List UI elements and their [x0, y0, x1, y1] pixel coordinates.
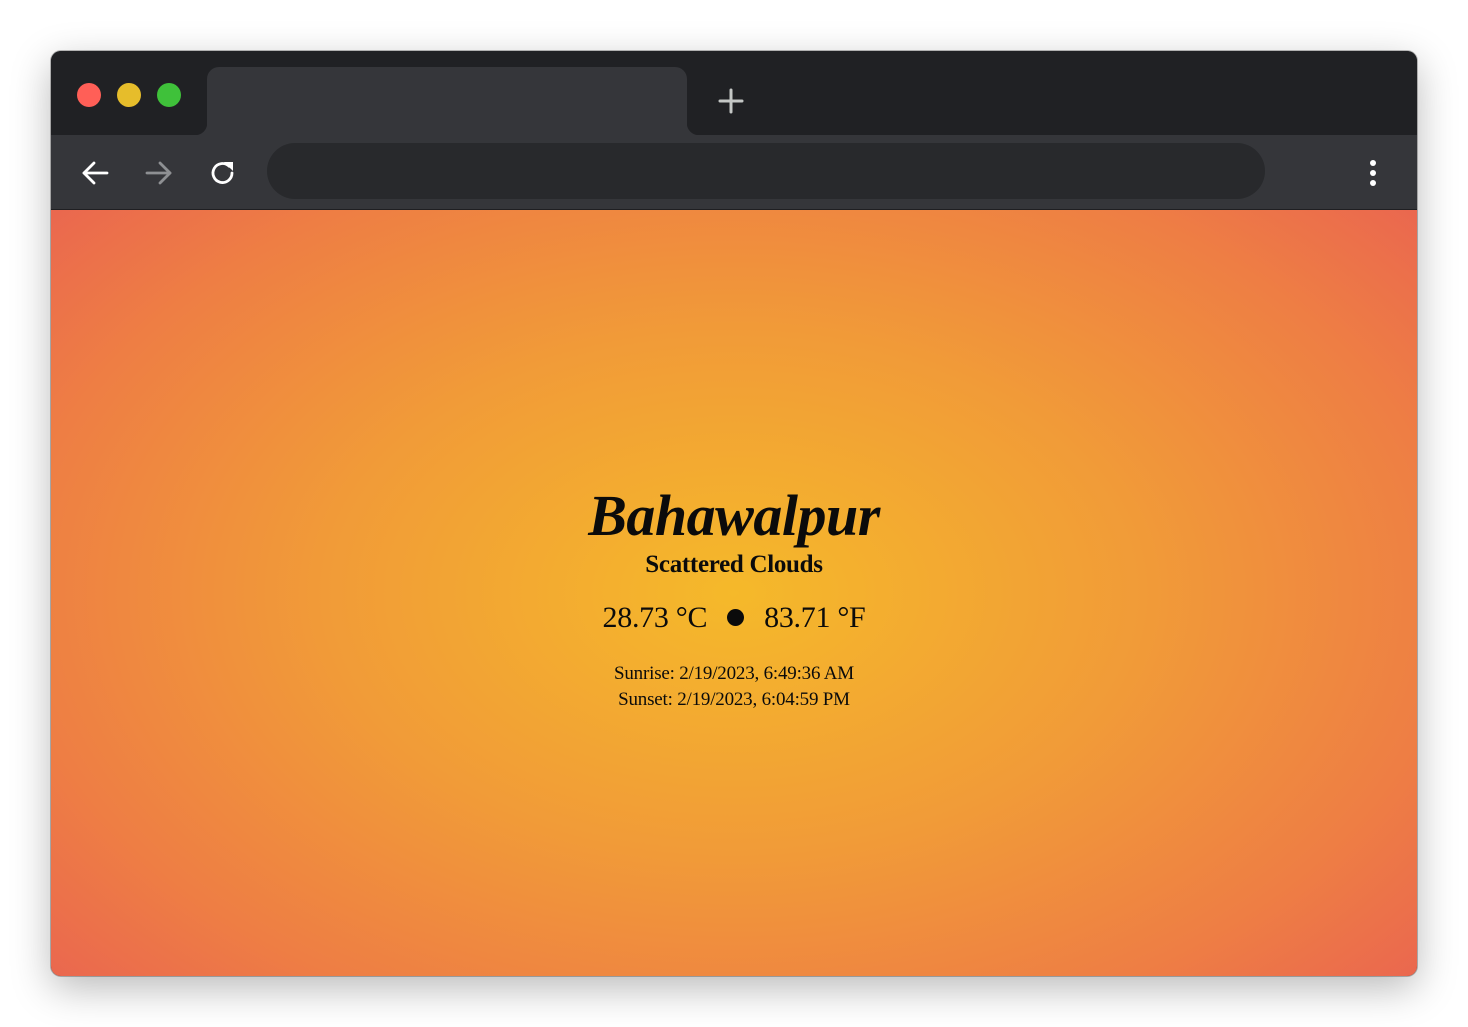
- weather-description: Scattered Clouds: [645, 550, 823, 578]
- temperature-fahrenheit: 83.71 °F: [764, 600, 866, 634]
- minimize-window-button[interactable]: [117, 83, 141, 107]
- page-viewport: Bahawalpur Scattered Clouds 28.73 °C 83.…: [51, 210, 1417, 976]
- new-tab-button[interactable]: [715, 85, 747, 117]
- separator-dot-icon: [727, 609, 745, 626]
- reload-icon: [211, 162, 234, 184]
- forward-button[interactable]: [139, 153, 179, 193]
- active-tab[interactable]: [195, 67, 699, 135]
- reload-button[interactable]: [203, 153, 243, 193]
- temperature-row: 28.73 °C 83.71 °F: [603, 601, 866, 635]
- sun-times: Sunrise: 2/19/2023, 6:49:36 AM Sunset: 2…: [614, 661, 854, 713]
- city-name: Bahawalpur: [588, 482, 880, 548]
- title-bar: [51, 51, 1417, 135]
- weather-card: Bahawalpur Scattered Clouds 28.73 °C 83.…: [51, 210, 1417, 976]
- sunset-time: Sunset: 2/19/2023, 6:04:59 PM: [618, 688, 850, 710]
- arrow-left-icon: [82, 161, 109, 185]
- maximize-window-button[interactable]: [157, 83, 181, 107]
- close-window-button[interactable]: [77, 83, 101, 107]
- back-button[interactable]: [75, 153, 115, 193]
- temperature-celsius: 28.73 °C: [602, 600, 708, 634]
- browser-window: Bahawalpur Scattered Clouds 28.73 °C 83.…: [51, 51, 1417, 976]
- plus-icon: [718, 88, 744, 114]
- browser-toolbar: [51, 135, 1417, 210]
- address-bar[interactable]: [267, 143, 1265, 199]
- sunrise-time: Sunrise: 2/19/2023, 6:49:36 AM: [614, 662, 854, 684]
- arrow-right-icon: [145, 161, 172, 185]
- kebab-menu-icon: [1370, 160, 1376, 186]
- browser-menu-button[interactable]: [1353, 153, 1393, 193]
